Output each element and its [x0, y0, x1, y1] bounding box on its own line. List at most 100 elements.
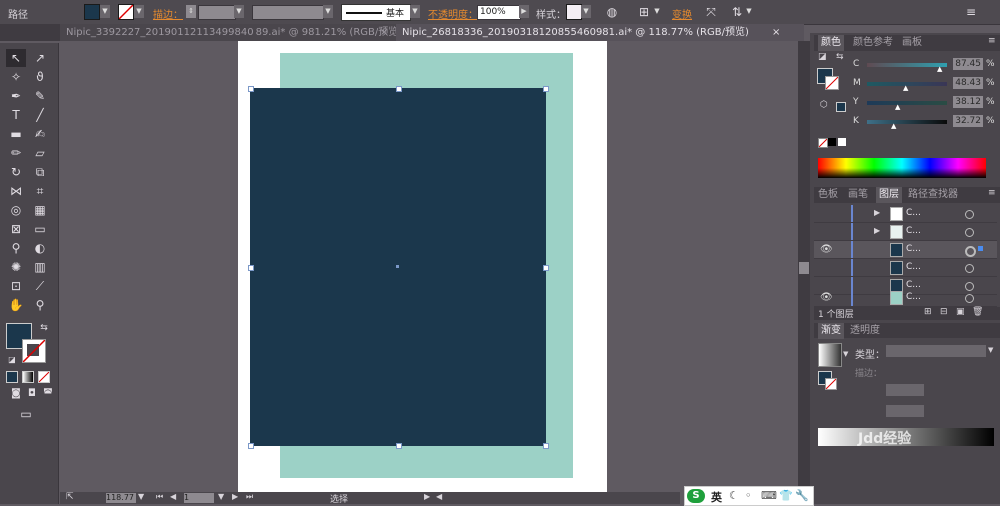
variable-width-profile[interactable] [252, 5, 324, 20]
brush-definition[interactable]: 基本 [341, 4, 411, 21]
zoom-input[interactable]: 118.77 [106, 493, 136, 503]
layer-row[interactable]: C... [814, 259, 997, 277]
gradient-type-select[interactable] [886, 345, 986, 357]
tab-artboards[interactable]: 画板 [902, 35, 922, 51]
new-layer-icon[interactable]: ▣ [956, 307, 965, 317]
align-to-selection-icon[interactable]: ⊞ [637, 5, 651, 19]
none-mode-icon[interactable] [38, 371, 50, 383]
gradient-mode-icon[interactable] [22, 371, 34, 383]
layer-row-selected[interactable]: 👁 C... [814, 241, 997, 259]
cyan-thumb[interactable]: ▲ [937, 65, 942, 73]
brush-dropdown[interactable]: ▼ [410, 5, 420, 18]
white-swatch[interactable] [838, 138, 846, 146]
scroll-left-arrow[interactable]: ◀ [436, 492, 442, 501]
rotate-tool-icon[interactable]: ↻ [6, 163, 26, 181]
zoom-dropdown[interactable]: ▼ [138, 492, 144, 501]
yellow-value[interactable]: 38.12 [953, 96, 983, 108]
cyan-slider[interactable] [867, 63, 947, 67]
gradient-angle-input[interactable] [886, 384, 924, 396]
status-selection-label[interactable]: 选择 [330, 492, 348, 505]
gradient-type-dropdown[interactable]: ▼ [988, 346, 993, 354]
artboard-tool-icon[interactable]: ⊡ [6, 277, 26, 295]
visibility-eye-icon[interactable]: 👁 [820, 244, 833, 255]
delete-layer-icon[interactable]: 🗑 [972, 307, 983, 317]
lasso-tool-icon[interactable]: ϑ [30, 68, 50, 86]
layer-name[interactable]: C... [906, 226, 921, 236]
stroke-swatch[interactable] [118, 4, 134, 20]
opacity-dropdown[interactable]: ▶ [519, 5, 529, 18]
isolate-object-icon[interactable]: ⤧ [704, 5, 718, 19]
visibility-eye-icon[interactable]: 👁 [820, 292, 833, 303]
target-circle-icon[interactable] [965, 246, 976, 257]
yellow-thumb[interactable]: ▲ [895, 103, 900, 111]
column-graph-tool-icon[interactable]: ▥ [30, 258, 50, 276]
slice-tool-icon[interactable]: ⟋ [30, 277, 50, 295]
new-sublayer-icon[interactable]: ⊟ [940, 307, 948, 317]
ime-logo[interactable]: S [687, 489, 705, 503]
tab-transparency[interactable]: 透明度 [850, 323, 880, 339]
scale-tool-icon[interactable]: ⧉ [30, 163, 50, 181]
layer-name[interactable]: C... [906, 208, 921, 218]
layer-name[interactable]: C... [906, 244, 921, 254]
selection-handle[interactable] [248, 86, 254, 92]
width-tool-icon[interactable]: ⋈ [6, 182, 26, 200]
blend-tool-icon[interactable]: ◐ [30, 239, 50, 257]
tab-document-1-close[interactable]: × [380, 24, 388, 41]
color-spectrum[interactable] [818, 158, 986, 178]
eyedropper-tool-icon[interactable]: ⚲ [6, 239, 26, 257]
gamut-swatch[interactable] [836, 102, 846, 112]
pen-tool-icon[interactable]: ✒ [6, 87, 26, 105]
flip-dropdown[interactable]: ▼ [744, 5, 754, 18]
gradient-stroke-swatch[interactable] [825, 378, 837, 390]
flip-icon[interactable]: ⇅ [730, 5, 744, 19]
black-value[interactable]: 32.72 [953, 115, 983, 127]
tab-document-2[interactable]: Nipic_26818336_20190318120855460981.ai* … [396, 24, 804, 41]
symbol-sprayer-tool-icon[interactable]: ✺ [6, 258, 26, 276]
layer-name[interactable]: C... [906, 262, 921, 272]
layer-row[interactable]: ▶ C... [814, 205, 997, 223]
tab-swatches[interactable]: 色板 [818, 187, 838, 203]
curvature-tool-icon[interactable]: ✎ [30, 87, 50, 105]
selection-handle[interactable] [543, 265, 549, 271]
gradient-preview-dropdown[interactable]: ▼ [843, 350, 848, 358]
opacity-input[interactable]: 100% [477, 5, 521, 20]
cyan-value[interactable]: 87.45 [953, 58, 983, 70]
panel-menu-icon[interactable]: ≡ [964, 5, 978, 19]
expand-triangle-icon[interactable]: ▶ [874, 226, 880, 235]
opacity-label[interactable]: 不透明度： [428, 6, 478, 21]
mesh-tool-icon[interactable]: ⊠ [6, 220, 26, 238]
shape-builder-tool-icon[interactable]: ◎ [6, 201, 26, 219]
paintbrush-tool-icon[interactable]: ✍ [30, 125, 50, 143]
tab-document-2-close[interactable]: × [772, 24, 780, 41]
selection-handle[interactable] [396, 443, 402, 449]
stroke-weight-dropdown[interactable]: ▼ [234, 5, 244, 18]
layer-row[interactable]: ▶ C... [814, 223, 997, 241]
stroke-dropdown-arrow[interactable]: ▼ [134, 5, 144, 18]
selection-handle[interactable] [248, 265, 254, 271]
make-clipping-mask-icon[interactable]: ⊞ [924, 307, 932, 317]
target-circle-icon[interactable] [965, 228, 974, 237]
selection-handle[interactable] [543, 86, 549, 92]
next-artboard-icon[interactable]: ▶ [232, 492, 238, 501]
punctuation-icon[interactable]: ◦ [745, 489, 752, 502]
color-swap-icon[interactable]: ⇆ [836, 52, 844, 62]
perspective-grid-tool-icon[interactable]: ▦ [30, 201, 50, 219]
target-circle-icon[interactable] [965, 264, 974, 273]
tab-pathfinder[interactable]: 路径查找器 [908, 187, 958, 203]
layer-row[interactable]: 👁 C... [814, 289, 997, 307]
prev-artboard-icon[interactable]: ◀ [170, 492, 176, 501]
color-mode-icon[interactable] [6, 371, 18, 383]
hand-tool-icon[interactable]: ✋ [6, 296, 26, 314]
none-swatch[interactable] [818, 138, 828, 148]
yellow-slider[interactable] [867, 101, 947, 105]
eraser-tool-icon[interactable]: ▱ [30, 144, 50, 162]
user-icon[interactable]: 👕 [779, 489, 793, 502]
selection-indicator[interactable] [978, 246, 983, 251]
tab-document-1[interactable]: Nipic_3392227_20190112113499840 89.ai* @… [60, 24, 402, 41]
target-circle-icon[interactable] [965, 294, 974, 303]
fill-swatch[interactable] [84, 4, 100, 20]
first-artboard-icon[interactable]: ⏮ [156, 492, 163, 502]
status-menu-arrow[interactable]: ▶ [424, 492, 430, 501]
tab-layers[interactable]: 图层 [876, 187, 902, 203]
settings-wrench-icon[interactable]: 🔧 [795, 489, 809, 502]
